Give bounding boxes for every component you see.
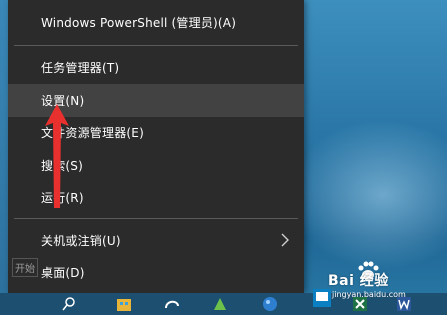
baidu-watermark-url: jingyan.baidu.com <box>332 290 406 299</box>
menu-item-label: Windows PowerShell (管理员)(A) <box>41 16 237 30</box>
blue-app-icon[interactable] <box>312 288 332 308</box>
browser-icon[interactable] <box>164 296 180 312</box>
menu-item-label: 关机或注销(U) <box>41 234 121 248</box>
search-icon[interactable] <box>62 296 78 312</box>
store-icon[interactable] <box>116 296 132 312</box>
menu-separator <box>14 218 298 219</box>
red-arrow-annotation <box>45 104 69 208</box>
menu-item-powershell-admin[interactable]: Windows PowerShell (管理员)(A) <box>8 6 304 39</box>
app-icon[interactable] <box>212 296 228 312</box>
desktop-background-strip <box>0 0 8 315</box>
start-button-tooltip: 开始 <box>12 258 38 277</box>
globe-icon[interactable] <box>262 296 278 312</box>
chevron-right-icon <box>281 233 289 247</box>
baidu-watermark-brand: Bai 经验 <box>328 273 389 289</box>
menu-item-task-manager[interactable]: 任务管理器(T) <box>8 51 304 84</box>
menu-item-label: 任务管理器(T) <box>41 61 120 75</box>
menu-separator <box>14 45 298 46</box>
menu-item-shutdown[interactable]: 关机或注销(U) <box>8 224 304 257</box>
desktop-background-glow <box>287 120 447 270</box>
menu-item-desktop[interactable]: 桌面(D) <box>8 256 304 289</box>
menu-item-label: 文件资源管理器(E) <box>41 126 144 140</box>
